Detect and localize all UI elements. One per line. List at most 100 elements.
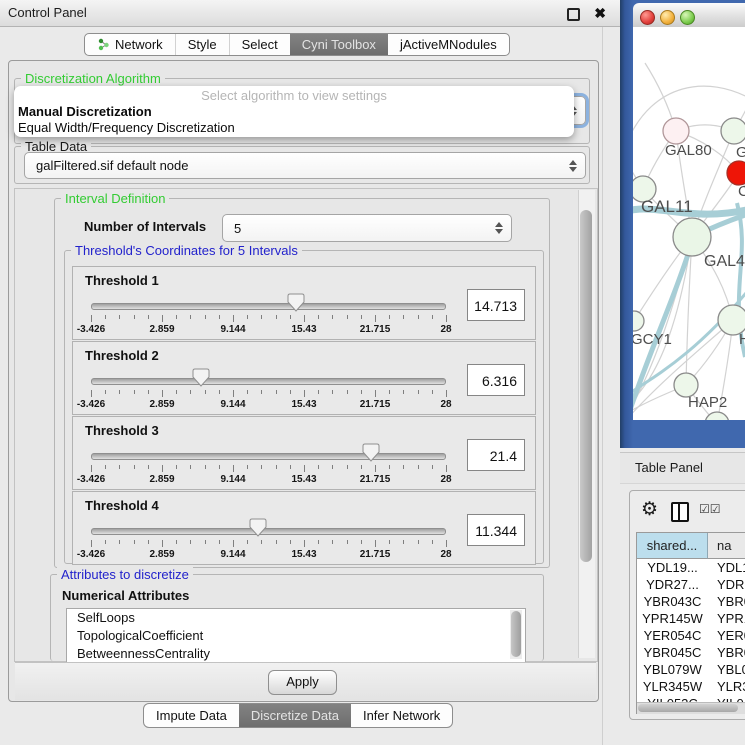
dropdown-placeholder-item[interactable]: Select algorithm to view settings (14, 88, 574, 103)
threshold-slider[interactable] (91, 520, 446, 540)
table-row[interactable]: YER054CYER0 (637, 627, 745, 644)
number-of-intervals-combobox[interactable]: 5 (222, 214, 512, 242)
tab-label: Network (115, 34, 163, 55)
threshold-value-field[interactable]: 6.316 (467, 364, 525, 396)
tick-label: 9.144 (220, 399, 245, 410)
network-window-titlebar[interactable] (633, 3, 745, 28)
table-data-value: galFiltered.sif default node (36, 153, 188, 178)
slider-tick-labels: -3.4262.8599.14415.4321.71528 (91, 399, 446, 410)
table-row[interactable]: YDR27...YDR2 (637, 576, 745, 593)
cell-shared-name[interactable]: YDR27... (637, 576, 708, 593)
threshold-label: Threshold 3 (85, 423, 159, 438)
tab-impute-data[interactable]: Impute Data (144, 704, 239, 727)
tab-select[interactable]: Select (229, 34, 290, 55)
tab-cyni-toolbox[interactable]: Cyni Toolbox (290, 34, 388, 55)
table-row[interactable]: YPR145WYPR1 (637, 610, 745, 627)
tab-discretize-data[interactable]: Discretize Data (239, 704, 351, 727)
float-window-icon[interactable] (567, 8, 580, 21)
attribute-list-item[interactable]: BetweennessCentrality (67, 645, 525, 663)
cell-name[interactable]: YBR0 (708, 593, 745, 610)
column-header-shared-name[interactable]: shared... (637, 533, 708, 559)
network-icon (97, 38, 110, 51)
table-row[interactable]: YLR345WYLR3 (637, 678, 745, 695)
table-row[interactable]: YBR045CYBR0 (637, 644, 745, 661)
table-scrollbar-thumb[interactable] (638, 704, 738, 712)
slider-thumb[interactable] (192, 368, 210, 387)
node-top-right[interactable] (721, 118, 745, 144)
tick-label: 28 (440, 324, 451, 335)
network-view-canvas[interactable]: GAL80 G GAL11 GAL4 GCY1 H HAP2 C (633, 27, 745, 420)
tick-label: -3.426 (77, 324, 105, 335)
tab-style[interactable]: Style (175, 34, 229, 55)
dropdown-option-manual-discretization[interactable]: Manual Discretization (18, 104, 152, 119)
node-gal80[interactable] (663, 118, 689, 144)
tab-network[interactable]: Network (85, 34, 175, 55)
slider-track[interactable] (91, 528, 446, 535)
slider-track[interactable] (91, 378, 446, 385)
cell-name[interactable]: YDR2 (708, 576, 745, 593)
table-row[interactable]: YBL079WYBL0 (637, 661, 745, 678)
tab-jactivemnodules[interactable]: jActiveMNodules (388, 34, 509, 55)
cell-shared-name[interactable]: YBL079W (637, 661, 708, 678)
slider-tick-labels: -3.4262.8599.14415.4321.71528 (91, 324, 446, 335)
tab-label: Style (188, 34, 217, 55)
gear-icon[interactable]: ⚙ (641, 496, 658, 524)
slider-track[interactable] (91, 303, 446, 310)
column-header-name[interactable]: na (708, 533, 745, 559)
tick-label: 21.715 (360, 324, 391, 335)
threshold-slider[interactable] (91, 445, 446, 465)
cell-shared-name[interactable]: YBR043C (637, 593, 708, 610)
attribute-list-item[interactable]: SelfLoops (67, 609, 525, 627)
cell-name[interactable]: YBL0 (708, 661, 745, 678)
cell-shared-name[interactable]: YER054C (637, 627, 708, 644)
node-red[interactable] (727, 161, 745, 185)
cell-shared-name[interactable]: YLR345W (637, 678, 708, 695)
cell-name[interactable]: YDL1 (708, 559, 745, 576)
cell-name[interactable]: YLR3 (708, 678, 745, 695)
dropdown-option-equal-width[interactable]: Equal Width/Frequency Discretization (18, 120, 235, 135)
tick-label: 21.715 (360, 399, 391, 410)
threshold-value-field[interactable]: 21.4 (467, 439, 525, 471)
label-c: C (738, 183, 745, 200)
cell-name[interactable]: YPR1 (708, 610, 745, 627)
columns-icon[interactable] (671, 502, 689, 522)
minimize-traffic-light-icon[interactable] (660, 10, 675, 25)
threshold-slider[interactable] (91, 295, 446, 315)
slider-thumb[interactable] (287, 293, 305, 312)
tab-infer-network[interactable]: Infer Network (351, 704, 452, 727)
slider-thumb[interactable] (362, 443, 380, 462)
tick-label: 9.144 (220, 549, 245, 560)
attribute-list-item[interactable]: TopologicalCoefficient (67, 627, 525, 645)
threshold-slider[interactable] (91, 370, 446, 390)
cell-shared-name[interactable]: YPR145W (637, 610, 708, 627)
control-panel-window: Control Panel ✖ Network Style Select Cyn… (0, 0, 603, 745)
slider-ticks (91, 315, 446, 323)
threshold-value-field[interactable]: 11.344 (467, 514, 525, 546)
panel-scrollbar-thumb[interactable] (580, 210, 592, 562)
table-row[interactable]: YBR043CYBR0 (637, 593, 745, 610)
cell-shared-name[interactable]: YDL19... (637, 559, 708, 576)
node-gcy1[interactable] (633, 311, 644, 331)
close-icon[interactable]: ✖ (594, 0, 606, 26)
zoom-traffic-light-icon[interactable] (680, 10, 695, 25)
slider-thumb[interactable] (249, 518, 267, 537)
select-columns-checkboxes-icon[interactable]: ☑☑ (699, 502, 721, 516)
table-row[interactable]: YDL19...YDL1 (637, 559, 745, 576)
node-gal4[interactable] (673, 218, 711, 256)
apply-button[interactable]: Apply (268, 670, 337, 695)
table-data-combobox[interactable]: galFiltered.sif default node (24, 152, 586, 179)
close-traffic-light-icon[interactable] (640, 10, 655, 25)
attributes-scrollbar-thumb[interactable] (511, 611, 521, 657)
slider-track[interactable] (91, 453, 446, 460)
node-bottom[interactable] (705, 412, 729, 420)
tick-label: 2.859 (149, 399, 174, 410)
cell-name[interactable]: YER0 (708, 627, 745, 644)
cell-shared-name[interactable]: YBR045C (637, 644, 708, 661)
cell-name[interactable]: YBR0 (708, 644, 745, 661)
threshold-value-field[interactable]: 14.713 (467, 289, 525, 321)
table-horizontal-scrollbar[interactable] (637, 702, 745, 714)
slider-tick-labels: -3.4262.8599.14415.4321.71528 (91, 549, 446, 560)
interval-definition-label: Interval Definition (61, 191, 169, 206)
tick-label: 2.859 (149, 549, 174, 560)
attributes-list-scrollbar[interactable] (510, 610, 522, 659)
